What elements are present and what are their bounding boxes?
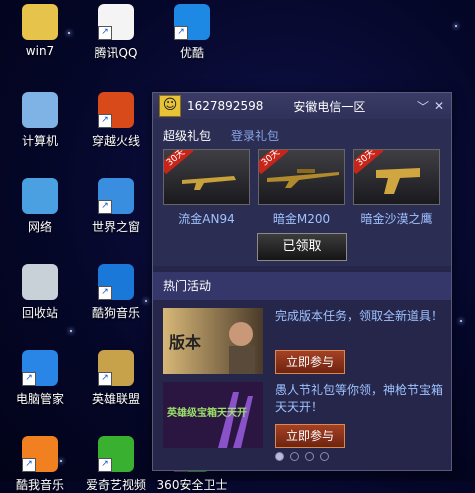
youku-icon: ↗ [174, 4, 210, 40]
shortcut-arrow-icon: ↗ [98, 286, 112, 300]
gift-name: 暗金M200 [272, 212, 331, 226]
shortcut-arrow-icon: ↗ [22, 372, 36, 386]
theworld-browser-icon: ↗ [98, 178, 134, 214]
shortcut-arrow-icon: ↗ [98, 26, 112, 40]
shortcut-label: 回收站 [21, 306, 58, 320]
qq-number: 1627892598 [187, 99, 264, 113]
cf-gift-panel: ☺ 1627892598 安徽电信一区 ﹀ ✕ 超级礼包 登录礼包 30天 流金… [152, 92, 452, 471]
desktop-shortcut[interactable]: ↗ 英雄联盟 [76, 350, 156, 407]
crossfire-icon: ↗ [98, 92, 134, 128]
shortcut-label: 网络 [27, 220, 52, 234]
join-button[interactable]: 立即参与 [275, 350, 345, 374]
gift-image: 30天 [258, 149, 345, 205]
shortcut-arrow-icon: ↗ [174, 26, 188, 40]
gift-item[interactable]: 30天 暗金M200 [258, 149, 345, 227]
iqiyi-icon: ↗ [98, 436, 134, 472]
recycle-bin-icon [22, 264, 58, 300]
gift-section: 超级礼包 登录礼包 30天 流金AN94 30天 暗金M200 30天 暗金沙漠… [153, 119, 451, 266]
shortcut-arrow-icon: ↗ [98, 458, 112, 472]
banner-text: 版本 [168, 333, 201, 352]
collapse-icon[interactable]: ﹀ [415, 98, 431, 115]
activity-desc: 完成版本任务，领取全新道具！ [275, 309, 444, 323]
tab-super-gift[interactable]: 超级礼包 [163, 127, 211, 149]
pc-manager-icon: ↗ [22, 350, 58, 386]
shortcut-label: 穿越火线 [91, 134, 140, 148]
computer-icon [22, 92, 58, 128]
desktop-shortcut[interactable]: 回收站 [0, 264, 80, 321]
panel-header: ☺ 1627892598 安徽电信一区 ﹀ ✕ [153, 93, 451, 119]
gift-name: 暗金沙漠之鹰 [360, 212, 433, 226]
desktop-shortcut[interactable]: ↗ 穿越火线 [76, 92, 156, 149]
network-icon [22, 178, 58, 214]
desktop-shortcut[interactable]: 计算机 [0, 92, 80, 149]
avatar: ☺ [159, 95, 181, 117]
pager-dot[interactable] [320, 452, 329, 461]
join-button[interactable]: 立即参与 [275, 424, 345, 448]
hot-activities-title: 热门活动 [153, 272, 451, 300]
activity-desc: 愚人节礼包等你领，神枪节宝箱天天开！ [275, 383, 444, 414]
pager-dot[interactable] [275, 452, 284, 461]
gift-name: 流金AN94 [178, 212, 235, 226]
shortcut-label: 优酷 [179, 46, 204, 60]
qq-icon: ↗ [98, 4, 134, 40]
desktop-shortcut[interactable]: win7 [0, 4, 80, 58]
activity-item: 英雄级宝箱天天开 愚人节礼包等你领，神枪节宝箱天天开！ 立即参与 [153, 382, 451, 456]
desktop-shortcut[interactable]: ↗ 腾讯QQ [76, 4, 156, 61]
star [455, 25, 457, 27]
shortcut-arrow-icon: ↗ [98, 372, 112, 386]
folder-icon [22, 4, 58, 40]
shortcut-label: 英雄联盟 [91, 392, 140, 406]
desktop-shortcut[interactable]: ↗ 爱奇艺视频 [76, 436, 156, 493]
shortcut-label: 腾讯QQ [94, 46, 138, 60]
gift-item[interactable]: 30天 暗金沙漠之鹰 [353, 149, 440, 227]
shortcut-arrow-icon: ↗ [22, 458, 36, 472]
server-region: 安徽电信一区 [293, 99, 366, 114]
desktop-shortcut[interactable]: ↗ 酷狗音乐 [76, 264, 156, 321]
star [460, 320, 462, 322]
activity-banner[interactable]: 版本 [163, 308, 263, 374]
star [70, 330, 72, 332]
gift-tabs: 超级礼包 登录礼包 [153, 119, 451, 149]
shortcut-label: 酷我音乐 [15, 478, 64, 492]
shortcut-label: 爱奇艺视频 [85, 478, 146, 492]
claimed-button[interactable]: 已领取 [257, 233, 347, 261]
shortcut-arrow-icon: ↗ [98, 114, 112, 128]
gift-image: 30天 [163, 149, 250, 205]
kugou-icon: ↗ [98, 264, 134, 300]
gift-item[interactable]: 30天 流金AN94 [163, 149, 250, 227]
gift-list: 30天 流金AN94 30天 暗金M200 30天 暗金沙漠之鹰 [153, 149, 451, 227]
tab-login-gift[interactable]: 登录礼包 [231, 127, 279, 149]
lol-icon: ↗ [98, 350, 134, 386]
desktop-shortcut[interactable]: ↗ 电脑管家 [0, 350, 80, 407]
close-icon[interactable]: ✕ [431, 99, 447, 113]
shortcut-label: 酷狗音乐 [91, 306, 140, 320]
desktop-shortcut[interactable]: ↗ 优酷 [152, 4, 232, 61]
pager-dot[interactable] [305, 452, 314, 461]
kuwo-icon: ↗ [22, 436, 58, 472]
carousel-pager [153, 450, 451, 464]
shortcut-label: 计算机 [21, 134, 58, 148]
desktop-shortcut[interactable]: ↗ 世界之窗 [76, 178, 156, 235]
shortcut-label: 电脑管家 [15, 392, 64, 406]
pager-dot[interactable] [290, 452, 299, 461]
shortcut-label: win7 [25, 44, 55, 58]
shortcut-label: 360安全卫士 [156, 478, 228, 492]
shortcut-label: 世界之窗 [91, 220, 140, 234]
banner-text: 英雄级宝箱天天开 [166, 406, 247, 419]
desktop-shortcut[interactable]: ↗ 酷我音乐 [0, 436, 80, 493]
activity-item: 版本 完成版本任务，领取全新道具！ 立即参与 [153, 308, 451, 382]
shortcut-arrow-icon: ↗ [98, 200, 112, 214]
gift-image: 30天 [353, 149, 440, 205]
desktop-shortcut[interactable]: 网络 [0, 178, 80, 235]
activity-banner[interactable]: 英雄级宝箱天天开 [163, 382, 263, 448]
